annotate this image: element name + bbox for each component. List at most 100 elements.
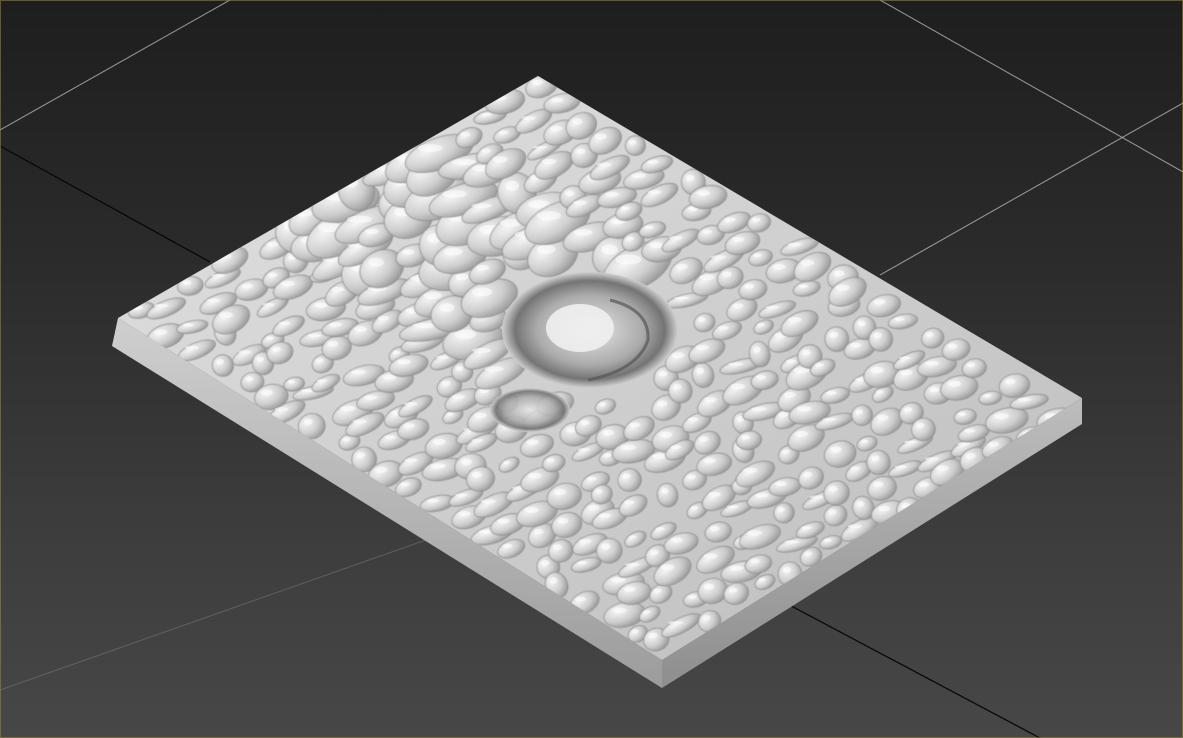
rock-highlight [751,407,767,411]
rock-highlight [356,451,366,459]
rock-highlight [182,323,194,327]
rock-highlight [916,422,925,429]
rock-highlight [926,332,934,338]
rock-highlight [620,444,636,451]
rock-highlight [804,551,813,556]
rock-highlight [216,359,224,365]
rock-highlight [340,405,356,412]
rock-highlight [599,402,607,406]
rock-highlight [622,473,631,479]
rock-highlight [629,139,637,145]
rock-highlight [673,383,682,390]
rock-highlight [631,173,646,179]
rock-highlight [731,236,745,242]
rock-highlight [929,387,940,393]
rock-highlight [460,132,471,137]
rock-highlight [492,156,508,163]
rock-highlight [451,159,476,165]
rock-highlight [747,530,762,536]
rock-highlight [652,453,667,459]
rock-highlight [442,190,467,198]
rock-highlight [238,350,252,355]
rock-highlight [809,495,824,499]
rock-highlight [702,615,711,621]
rock-highlight [268,272,278,278]
grid-line [879,102,1183,276]
rock-highlight [710,526,720,531]
rock-highlight [671,352,685,359]
rock-highlight [631,629,639,634]
rock-highlight [703,553,718,559]
rock-highlight [153,329,168,335]
rock-highlight [296,209,314,217]
rock-highlight [219,311,234,319]
rock-highlight [484,366,504,372]
rock-highlight [847,524,862,529]
rock-highlight [352,419,367,424]
rock-highlight [947,343,958,349]
rock-highlight [674,296,690,300]
rock-highlight [454,329,477,339]
rock-highlight [472,471,482,478]
rock-highlight [752,217,761,222]
rock-highlight [899,356,911,360]
rock-highlight [550,97,564,103]
rock-highlight [794,430,809,437]
rock-highlight [730,383,746,390]
rock-highlight [531,79,544,85]
rock-highlight [873,481,884,488]
rock-highlight [900,369,913,376]
rock-highlight [578,447,591,452]
viewport-scene[interactable] [0,0,1183,738]
rock-highlight [218,253,232,259]
rock-highlight [787,242,802,246]
rock-highlight [657,400,668,407]
rock-highlight [601,543,611,550]
rock-highlight [182,280,192,286]
rock-highlight [498,130,509,135]
rock-highlight [316,358,324,363]
3d-viewport[interactable] [0,0,1183,738]
rock-highlight [274,407,289,412]
rock-highlight [744,283,755,289]
rock-highlight [586,476,597,481]
rock-highlight [623,586,636,592]
rock-highlight [648,632,658,639]
rock-highlight [703,397,717,403]
rock-highlight [699,436,709,442]
rock-highlight [455,365,464,371]
rock-highlight [876,414,889,421]
rock-highlight [423,292,442,300]
rocky-terrain-tile[interactable] [112,70,1082,688]
rock-highlight [668,236,683,240]
rock-highlight [461,458,472,465]
rock-highlight [351,369,366,375]
rock-highlight [265,336,274,340]
rock-highlight [753,346,761,353]
rock-highlight [732,303,744,309]
rock-highlight [280,280,296,287]
rock-highlight [550,577,558,584]
rock-highlight [553,544,562,550]
rock-highlight [894,465,908,469]
rock-highlight [455,493,468,497]
rock-highlight [550,125,563,132]
rock-highlight [211,274,225,278]
rock-highlight [958,412,967,416]
rock-highlight [384,435,396,440]
rock-highlight [670,537,684,543]
rock-highlight [873,299,886,305]
rock-highlight [327,340,339,347]
rock-highlight [754,493,769,498]
rock-highlight [256,356,264,363]
rock-highlight [729,565,744,571]
rock-highlight [241,283,254,289]
rock-highlight [936,465,949,472]
rock-highlight [850,466,861,471]
rock-highlight [206,298,221,303]
rock-highlight [797,406,812,412]
rock-highlight [644,225,654,230]
rock-highlight [347,215,372,223]
rock-highlight [303,418,314,425]
rock-highlight [661,488,669,494]
